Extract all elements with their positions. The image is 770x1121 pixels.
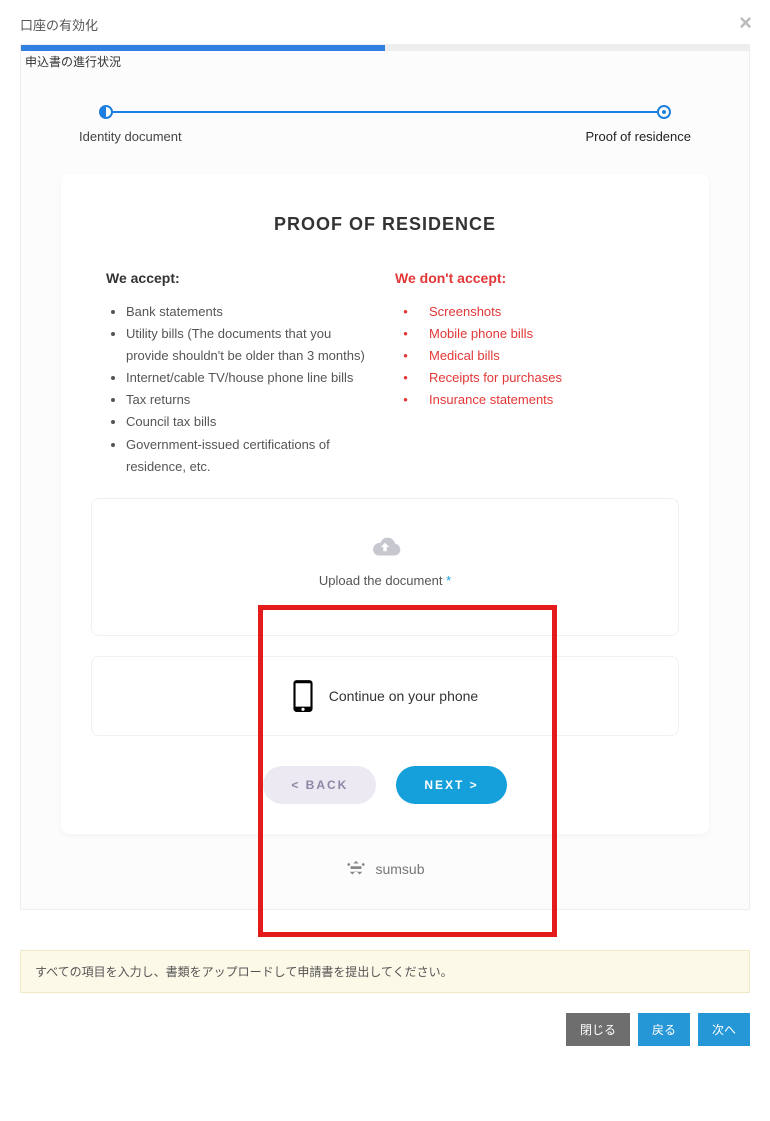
list-item: Tax returns: [126, 389, 375, 411]
modal-title: 口座の有効化: [20, 15, 750, 34]
next-button[interactable]: NEXT >: [396, 766, 506, 804]
step-label-identity: Identity document: [79, 129, 182, 144]
list-item: Bank statements: [126, 301, 375, 323]
list-item: Council tax bills: [126, 411, 375, 433]
phone-icon: [292, 679, 314, 713]
footer-back-button[interactable]: 戻る: [638, 1013, 690, 1046]
back-button[interactable]: < BACK: [263, 766, 376, 804]
logo-text: sumsub: [375, 861, 424, 877]
button-row: < BACK NEXT >: [91, 766, 679, 804]
step-track: [106, 105, 664, 119]
step-label-residence: Proof of residence: [585, 129, 691, 144]
footer-buttons: 閉じる 戻る 次へ: [0, 1013, 770, 1066]
step-dot-identity: [99, 105, 113, 119]
list-item: Internet/cable TV/house phone line bills: [126, 367, 375, 389]
reject-list: Screenshots Mobile phone bills Medical b…: [395, 301, 664, 411]
info-banner: すべての項目を入力し、書類をアップロードして申請書を提出してください。: [20, 950, 750, 993]
accept-column: We accept: Bank statements Utility bills…: [106, 270, 375, 478]
list-item: Receipts for purchases: [415, 367, 664, 389]
footer-close-button[interactable]: 閉じる: [566, 1013, 630, 1046]
logo-row: sumsub: [61, 859, 709, 879]
phone-box[interactable]: Continue on your phone: [91, 656, 679, 736]
reject-header: We don't accept:: [395, 270, 664, 286]
reject-column: We don't accept: Screenshots Mobile phon…: [395, 270, 664, 478]
section-title: PROOF OF RESIDENCE: [91, 214, 679, 235]
accept-list: Bank statements Utility bills (The docum…: [106, 301, 375, 478]
upload-box[interactable]: Upload the document *: [91, 498, 679, 636]
step-line: [106, 111, 664, 113]
inner-card: PROOF OF RESIDENCE We accept: Bank state…: [61, 174, 709, 834]
progress-bar: [21, 45, 749, 51]
footer-next-button[interactable]: 次へ: [698, 1013, 750, 1046]
step-labels: Identity document Proof of residence: [79, 129, 691, 144]
content-area: Identity document Proof of residence PRO…: [21, 70, 749, 909]
list-item: Medical bills: [415, 345, 664, 367]
columns: We accept: Bank statements Utility bills…: [91, 270, 679, 478]
cloud-upload-icon: [368, 534, 402, 560]
accept-header: We accept:: [106, 270, 375, 286]
list-item: Utility bills (The documents that you pr…: [126, 323, 375, 367]
close-icon[interactable]: ×: [739, 10, 752, 36]
list-item: Insurance statements: [415, 389, 664, 411]
progress-fill: [21, 45, 385, 51]
sumsub-logo-icon: [345, 859, 367, 879]
sub-title: 申込書の進行状況: [21, 51, 749, 70]
modal-root: 口座の有効化 × 申込書の進行状況 Identity document Proo…: [0, 0, 770, 930]
phone-label: Continue on your phone: [329, 688, 478, 704]
outer-card: 申込書の進行状況 Identity document Proof of resi…: [20, 44, 750, 910]
list-item: Screenshots: [415, 301, 664, 323]
upload-label: Upload the document *: [319, 573, 451, 588]
list-item: Mobile phone bills: [415, 323, 664, 345]
step-dot-residence: [657, 105, 671, 119]
list-item: Government-issued certifications of resi…: [126, 434, 375, 478]
